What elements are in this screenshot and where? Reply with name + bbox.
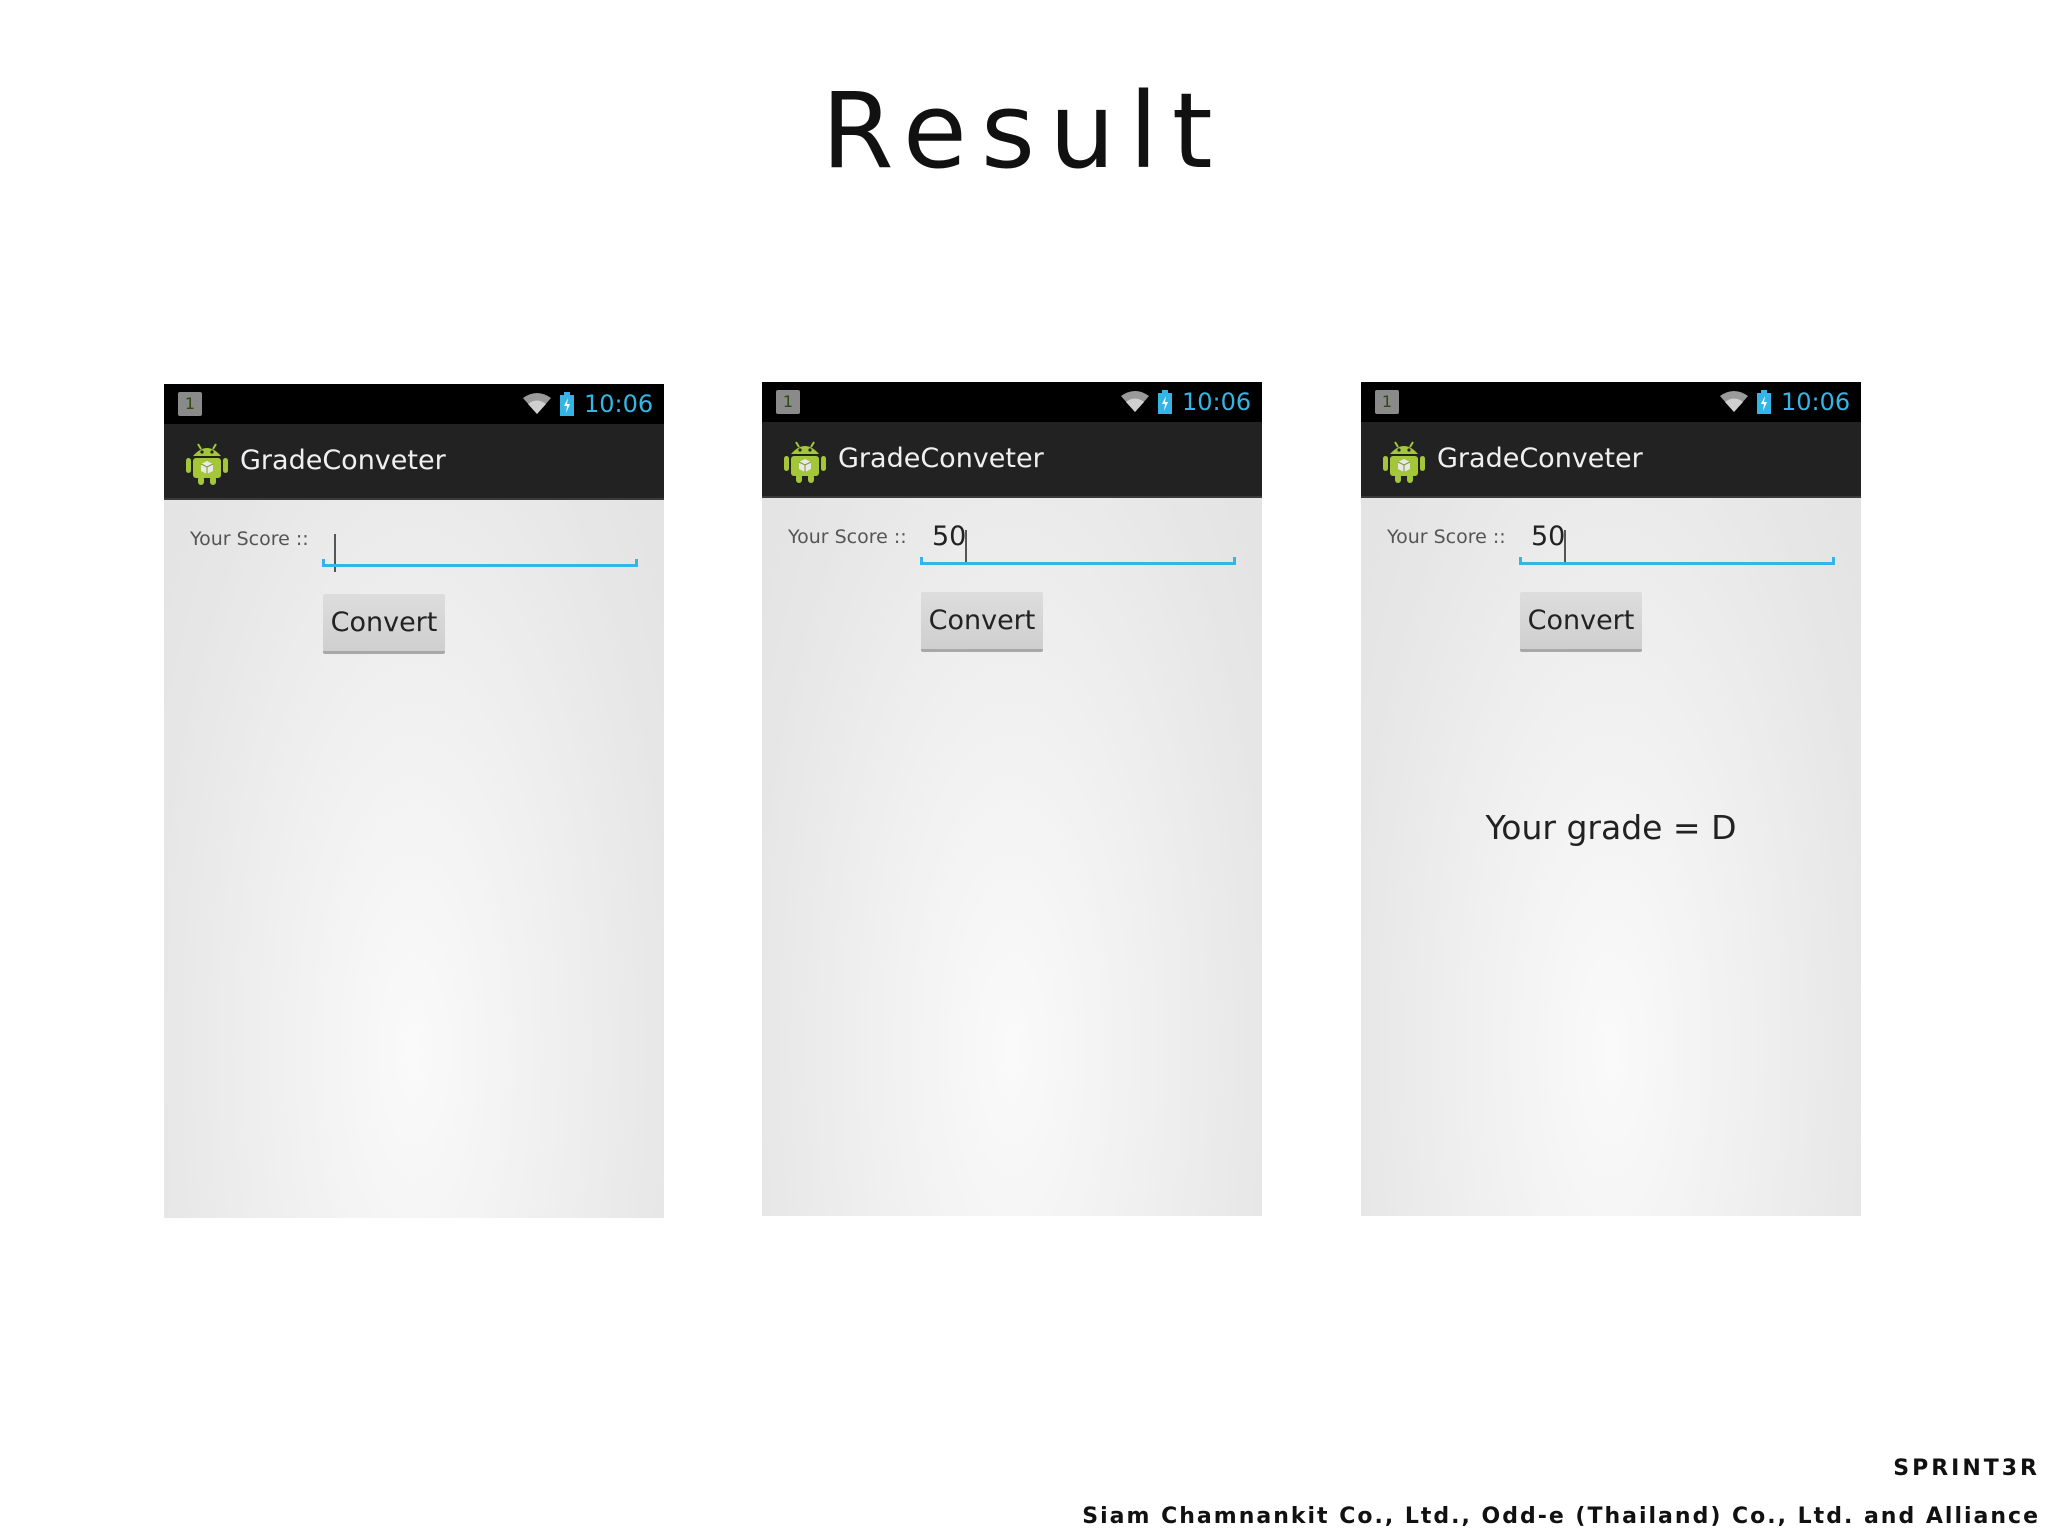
battery-icon (1757, 390, 1771, 414)
score-label: Your Score :: (1387, 526, 1506, 548)
text-cursor (1564, 530, 1566, 564)
phone-screen-2: 1 10:06 GradeConveter Your Score:: 50 C… (762, 382, 1262, 1216)
phone-screen-3: 1 10:06 GradeConveter Your Score:: 50 C… (1361, 382, 1861, 1216)
android-robot-icon[interactable] (1381, 436, 1427, 484)
grade-result: Your grade = D (1485, 808, 1737, 847)
action-bar: GradeConveter (762, 422, 1262, 498)
status-clock: 10:06 (1182, 388, 1252, 416)
phone-screen-1: 1 10:06 GradeConveter Your Score:: Conv… (164, 384, 664, 1218)
slide-title: Result (821, 70, 1227, 192)
status-bar: 1 10:06 (164, 384, 664, 424)
battery-icon (560, 392, 574, 416)
score-label: Your Score :: (788, 526, 907, 548)
text-cursor (965, 530, 967, 564)
credits-footer: Siam Chamnankit Co., Ltd., Odd-e (Thaila… (1082, 1504, 2040, 1529)
wifi-icon (1720, 391, 1748, 412)
android-robot-icon[interactable] (782, 436, 828, 484)
app-title: GradeConveter (1437, 443, 1643, 474)
status-clock: 10:06 (1781, 388, 1851, 416)
score-input-underline (920, 557, 1236, 565)
convert-button[interactable]: Convert (921, 592, 1043, 652)
slide: Result 1 10:06 GradeConveter Your Score … (0, 0, 2048, 1536)
notification-1-icon[interactable]: 1 (776, 390, 800, 414)
app-title: GradeConveter (838, 443, 1044, 474)
status-bar: 1 10:06 (762, 382, 1262, 422)
battery-icon (1158, 390, 1172, 414)
notification-1-icon[interactable]: 1 (178, 392, 202, 416)
wifi-icon (523, 393, 551, 414)
action-bar: GradeConveter (1361, 422, 1861, 498)
score-input[interactable] (1519, 510, 1835, 562)
wifi-icon (1121, 391, 1149, 412)
app-title: GradeConveter (240, 445, 446, 476)
score-input-underline (1519, 557, 1835, 565)
convert-button[interactable]: Convert (323, 594, 445, 654)
android-robot-icon[interactable] (184, 438, 230, 486)
action-bar: GradeConveter (164, 424, 664, 500)
score-input[interactable] (920, 510, 1236, 562)
brand-logo-text: SPRINT3R (1893, 1456, 2040, 1481)
status-bar: 1 10:06 (1361, 382, 1861, 422)
score-input-underline (322, 559, 638, 567)
convert-button[interactable]: Convert (1520, 592, 1642, 652)
score-input[interactable] (322, 512, 638, 564)
score-label: Your Score :: (190, 528, 309, 550)
status-clock: 10:06 (584, 390, 654, 418)
notification-1-icon[interactable]: 1 (1375, 390, 1399, 414)
